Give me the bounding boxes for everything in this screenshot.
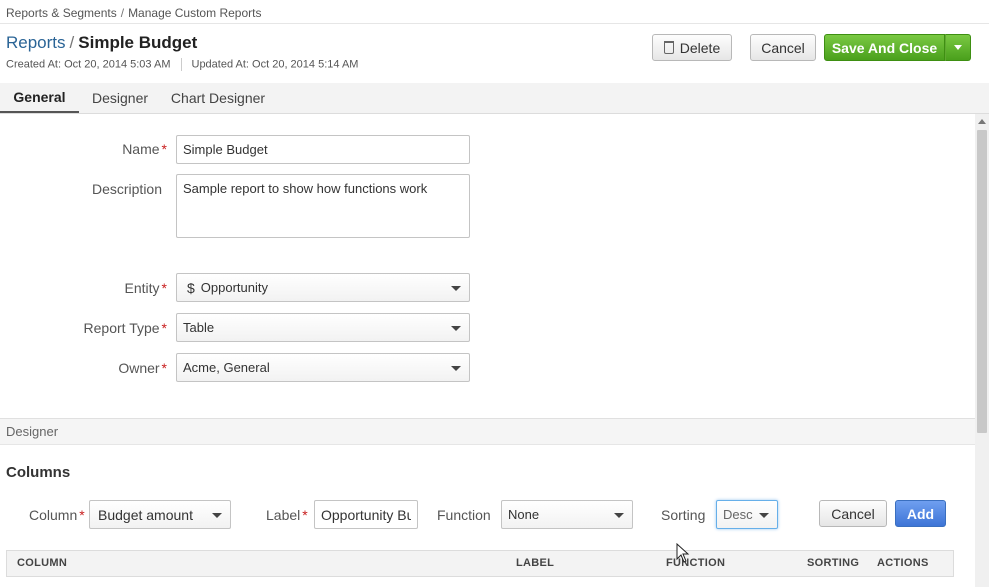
report-type-select[interactable]: Table	[176, 313, 470, 342]
owner-select[interactable]: Acme, General	[176, 353, 470, 382]
report-type-label-text: Report Type	[83, 320, 160, 336]
save-button-label: Save And Close	[831, 39, 938, 56]
required-mark: *	[161, 280, 167, 296]
owner-label-text: Owner	[118, 360, 160, 376]
report-type-select-value: Table	[183, 320, 215, 335]
dollar-icon: $	[187, 279, 195, 296]
cancel-column-button-label: Cancel	[831, 505, 875, 522]
chevron-down-icon	[759, 512, 769, 518]
reports-link[interactable]: Reports	[6, 33, 66, 52]
th-sorting[interactable]: SORTING	[807, 557, 859, 569]
breadcrumb-separator: /	[120, 6, 125, 20]
chevron-down-icon	[451, 285, 461, 291]
designer-section-bar	[0, 418, 975, 445]
tab-general[interactable]: General	[0, 83, 79, 113]
name-label: Name *	[122, 141, 167, 157]
entity-select[interactable]: $ Opportunity	[176, 273, 470, 302]
cancel-button-label: Cancel	[761, 39, 805, 56]
chevron-down-icon	[614, 512, 624, 518]
chevron-down-icon	[451, 365, 461, 371]
add-column-button-label: Add	[906, 505, 935, 522]
cancel-button[interactable]: Cancel	[750, 34, 816, 61]
th-actions: ACTIONS	[877, 557, 929, 569]
chevron-down-icon	[451, 325, 461, 331]
updated-at: Updated At: Oct 20, 2014 5:14 AM	[191, 58, 359, 71]
label-label-text: Label	[266, 507, 301, 523]
chevron-down-icon	[954, 45, 962, 50]
function-label: Function	[437, 507, 491, 523]
sorting-select[interactable]: Desc	[716, 500, 778, 529]
entity-label-text: Entity	[124, 280, 160, 296]
tab-designer[interactable]: Designer	[82, 83, 158, 113]
function-select[interactable]: None	[501, 500, 633, 529]
label-field-label: Label *	[266, 507, 308, 523]
delete-button-label: Delete	[679, 39, 721, 56]
column-label-text: Column	[29, 507, 78, 523]
report-type-label: Report Type *	[84, 320, 167, 336]
required-mark: *	[302, 507, 308, 523]
report-name-title: Simple Budget	[78, 33, 198, 52]
entity-select-value: Opportunity	[200, 280, 268, 295]
required-mark: *	[161, 360, 167, 376]
delete-button[interactable]: Delete	[652, 34, 732, 61]
trash-icon	[663, 41, 674, 54]
description-label: Description	[91, 181, 162, 197]
sorting-label: Sorting	[661, 507, 706, 523]
tab-chart-designer[interactable]: Chart Designer	[162, 83, 274, 113]
save-options-dropdown[interactable]	[945, 34, 971, 61]
name-input[interactable]	[176, 135, 470, 164]
breadcrumb: Reports & Segments / Manage Custom Reports	[6, 6, 261, 20]
record-meta: Created At: Oct 20, 2014 5:03 AM Updated …	[6, 58, 358, 71]
column-label-input[interactable]	[314, 500, 418, 529]
function-select-value: None	[508, 507, 540, 522]
owner-select-value: Acme, General	[183, 360, 270, 375]
created-at: Created At: Oct 20, 2014 5:03 AM	[6, 58, 171, 71]
required-mark: *	[161, 320, 167, 336]
page-title: Reports / Simple Budget	[6, 33, 197, 53]
title-separator: /	[69, 33, 75, 52]
columns-heading: Columns	[6, 464, 71, 481]
required-mark: *	[161, 141, 167, 157]
chevron-down-icon	[212, 512, 222, 518]
description-textarea[interactable]: Sample report to show how functions work	[176, 174, 470, 238]
required-mark: *	[79, 507, 85, 523]
owner-label: Owner *	[118, 360, 167, 376]
column-label: Column *	[29, 507, 85, 523]
th-label[interactable]: LABEL	[516, 557, 554, 569]
mouse-cursor-icon	[676, 543, 690, 563]
arrow-up-icon	[978, 118, 986, 124]
save-and-close-button[interactable]: Save And Close	[824, 34, 945, 61]
th-column[interactable]: COLUMN	[17, 557, 67, 569]
add-column-button[interactable]: Add	[895, 500, 946, 527]
breadcrumb-parent[interactable]: Reports & Segments	[6, 6, 117, 20]
meta-divider	[180, 58, 182, 71]
top-divider	[0, 23, 989, 24]
cancel-column-button[interactable]: Cancel	[819, 500, 887, 527]
th-function[interactable]: FUNCTION	[666, 557, 725, 569]
breadcrumb-current: Manage Custom Reports	[128, 6, 262, 20]
entity-label: Entity *	[125, 280, 167, 296]
scroll-up-button[interactable]	[975, 114, 989, 128]
name-label-text: Name	[122, 141, 160, 157]
scrollbar-thumb[interactable]	[977, 130, 987, 433]
column-select[interactable]: Budget amount	[89, 500, 231, 529]
sorting-select-value: Desc	[723, 507, 753, 522]
designer-section-label: Designer	[6, 424, 59, 439]
column-select-value: Budget amount	[98, 506, 193, 523]
